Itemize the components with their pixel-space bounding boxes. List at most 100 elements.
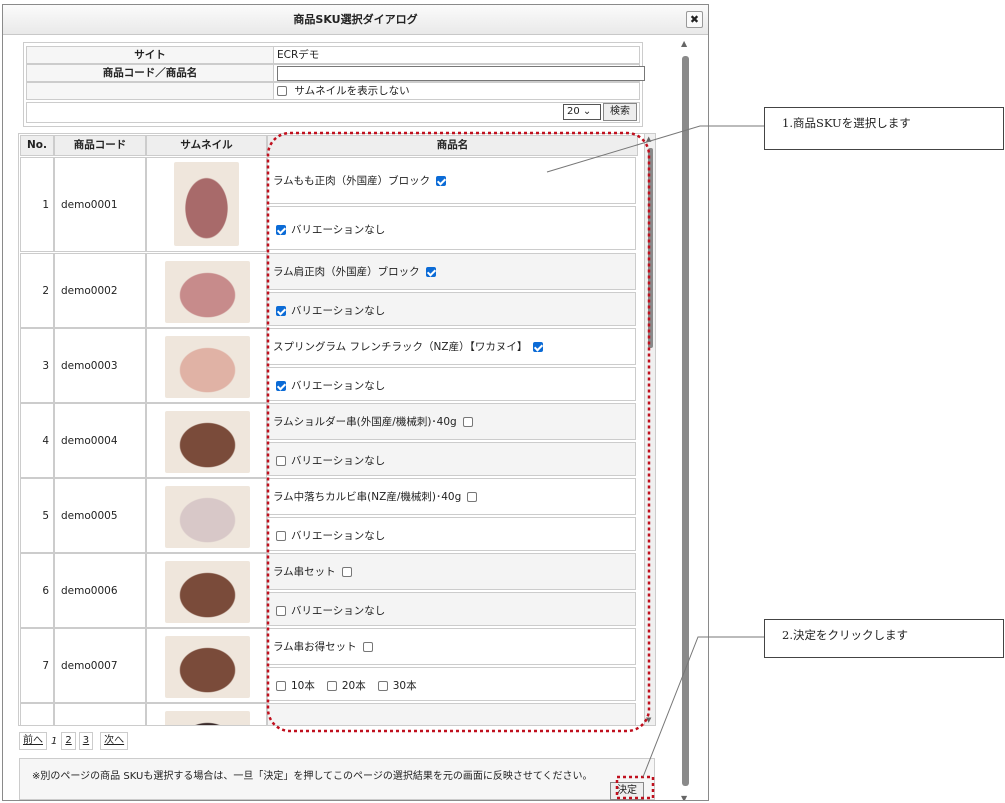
row-product-code: demo0004 xyxy=(54,403,146,478)
row-product-code: demo0001 xyxy=(54,157,146,252)
row-product-code: demo0007 xyxy=(54,628,146,703)
row-product-name-cell: ラム串お得セット xyxy=(267,628,636,665)
row-product-name-cell: ラム肩正肉（外国産）ブロック xyxy=(267,253,636,290)
row-variation-cell: バリエーションなし xyxy=(267,367,636,401)
dialog-content: サイト ECRデモ 商品コード／商品名 サムネイルを表示しない 20 ⌄ 検索 xyxy=(17,39,677,800)
row-thumbnail-cell xyxy=(146,328,267,403)
row-product-name-cell: ラムショルダー串(外国産/機械刺)･40g xyxy=(267,403,636,440)
variation-checkbox[interactable] xyxy=(326,681,337,691)
variation-checkbox[interactable] xyxy=(276,381,286,391)
site-label: サイト xyxy=(134,49,166,61)
row-no xyxy=(20,703,54,725)
row-product-name-cell: スプリングラム フレンチラック（NZ産）【ワカヌイ】 xyxy=(267,328,636,365)
thumbnail-option-row: サムネイルを表示しない xyxy=(26,82,640,100)
variation-checkbox[interactable] xyxy=(276,681,286,691)
row-variation-cell: バリエーションなし xyxy=(267,442,636,476)
keyword-input[interactable] xyxy=(277,66,645,81)
keyword-row: 商品コード／商品名 xyxy=(26,64,645,82)
keyword-label: 商品コード／商品名 xyxy=(102,67,198,79)
prev-page-link[interactable]: 前へ xyxy=(19,732,47,750)
thumbnail-option-label-cell xyxy=(27,83,273,99)
scroll-down-icon[interactable]: ▼ xyxy=(646,716,651,724)
product-select-checkbox[interactable] xyxy=(533,341,544,352)
variation-checkbox[interactable] xyxy=(276,306,286,316)
close-icon[interactable]: ✖ xyxy=(686,11,703,28)
dialog-scroll-up-icon[interactable]: ▲ xyxy=(681,39,687,48)
header-no: No. xyxy=(20,135,54,156)
search-controls-row: 20 ⌄ 検索 xyxy=(26,102,640,123)
product-thumbnail xyxy=(165,261,250,323)
callout-step-1: 1.商品SKUを選択します xyxy=(764,107,1004,150)
dialog-scroll-down-icon[interactable]: ▼ xyxy=(681,794,687,800)
variation-label: 20本 xyxy=(341,680,366,692)
row-variation-cell: バリエーションなし xyxy=(267,592,636,626)
hide-thumbnail-label: サムネイルを表示しない xyxy=(294,85,410,97)
variation-checkbox[interactable] xyxy=(276,531,286,541)
page-link-2[interactable]: 2 xyxy=(61,732,76,750)
row-no: 2 xyxy=(20,253,54,328)
product-thumbnail xyxy=(165,336,250,398)
product-name: ラム中落ちカルビ串(NZ産/機械刺)･40g xyxy=(273,490,462,503)
product-thumbnail xyxy=(165,561,250,623)
product-name: ラム串セット xyxy=(273,565,336,578)
variation-checkbox[interactable] xyxy=(276,225,286,235)
product-select-checkbox[interactable] xyxy=(436,175,447,186)
scroll-up-icon[interactable]: ▲ xyxy=(646,135,651,143)
product-name: ラムもも正肉（外国産）ブロック xyxy=(273,174,431,187)
row-product-name-cell: ラム中落ちカルビ串(NZ産/機械刺)･40g xyxy=(267,478,636,515)
product-thumbnail xyxy=(174,162,239,246)
row-product-code: demo0003 xyxy=(54,328,146,403)
dialog-scrollbar-thumb[interactable] xyxy=(682,56,689,786)
row-product-name-cell: ラム串セット xyxy=(267,553,636,590)
variation-label: バリエーションなし xyxy=(291,380,386,392)
product-select-checkbox[interactable] xyxy=(467,491,478,502)
page-size-select[interactable]: 20 ⌄ xyxy=(563,104,601,120)
row-variation-cell: バリエーションなし xyxy=(267,517,636,551)
product-thumbnail xyxy=(165,711,250,725)
next-page-link[interactable]: 次へ xyxy=(100,732,129,750)
row-thumbnail-cell xyxy=(146,403,267,478)
header-code: 商品コード xyxy=(54,135,146,156)
product-name: ラム肩正肉（外国産）ブロック xyxy=(273,265,420,278)
keyword-cell xyxy=(273,65,645,81)
page-link-3[interactable]: 3 xyxy=(78,732,94,750)
variation-label: 10本 xyxy=(291,680,315,692)
product-select-checkbox[interactable] xyxy=(425,266,436,277)
product-select-checkbox[interactable] xyxy=(362,641,373,652)
variation-checkbox[interactable] xyxy=(276,456,286,466)
variation-checkbox[interactable] xyxy=(276,606,286,616)
variation-label: バリエーションなし xyxy=(291,530,386,542)
notice-panel: ※別のページの商品 SKUも選択する場合は、一旦「決定」を押してこのページの選択… xyxy=(19,758,655,800)
product-select-checkbox[interactable] xyxy=(462,416,473,427)
hide-thumbnail-option[interactable]: サムネイルを表示しない xyxy=(273,83,639,99)
product-name: ラムショルダー串(外国産/機械刺)･40g xyxy=(273,415,457,428)
product-select-checkbox[interactable] xyxy=(341,566,352,577)
current-page: 1 xyxy=(51,735,58,747)
dialog-titlebar: 商品SKU選択ダイアログ xyxy=(3,5,708,35)
table-scrollbar-thumb[interactable] xyxy=(648,148,653,348)
row-thumbnail-cell xyxy=(146,628,267,703)
product-name: スプリングラム フレンチラック（NZ産）【ワカヌイ】 xyxy=(273,340,528,353)
product-name: ラム串お得セット xyxy=(273,640,357,653)
product-table: No. 商品コード サムネイル 商品名 1 demo0001 ラムもも正肉（外国産）ブロック… xyxy=(18,133,645,726)
sku-select-dialog: 商品SKU選択ダイアログ ✖ サイト ECRデモ 商品コード／商品名 サムネイル… xyxy=(2,4,709,801)
row-product-code: demo0005 xyxy=(54,478,146,553)
table-scrollbar[interactable]: ▲ ▼ xyxy=(644,133,656,726)
site-row: サイト ECRデモ xyxy=(26,46,640,64)
product-thumbnail xyxy=(165,636,250,698)
row-product-code: demo0006 xyxy=(54,553,146,628)
variation-label: バリエーションなし xyxy=(291,455,386,467)
decide-button[interactable]: 決定 xyxy=(610,782,644,800)
row-thumbnail-cell xyxy=(146,253,267,328)
product-thumbnail xyxy=(165,411,250,473)
product-thumbnail xyxy=(165,486,250,548)
variation-checkbox[interactable] xyxy=(377,681,388,691)
row-product-code: demo0002 xyxy=(54,253,146,328)
variation-label: バリエーションなし xyxy=(291,305,386,317)
row-variation-cell: 10本 20本 30本 xyxy=(267,667,636,701)
row-product-name-cell: ラムもも正肉（外国産）ブロック xyxy=(267,157,636,204)
row-product-code xyxy=(54,703,146,725)
dialog-scrollbar[interactable]: ▲ ▼ xyxy=(679,39,691,800)
hide-thumbnail-checkbox[interactable] xyxy=(277,86,287,96)
search-button[interactable]: 検索 xyxy=(603,103,637,121)
